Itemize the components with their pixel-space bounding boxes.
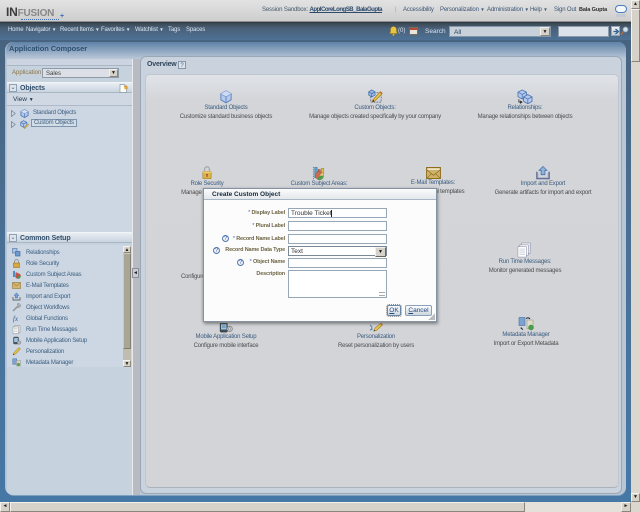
svg-text:fx: fx [13,315,19,323]
